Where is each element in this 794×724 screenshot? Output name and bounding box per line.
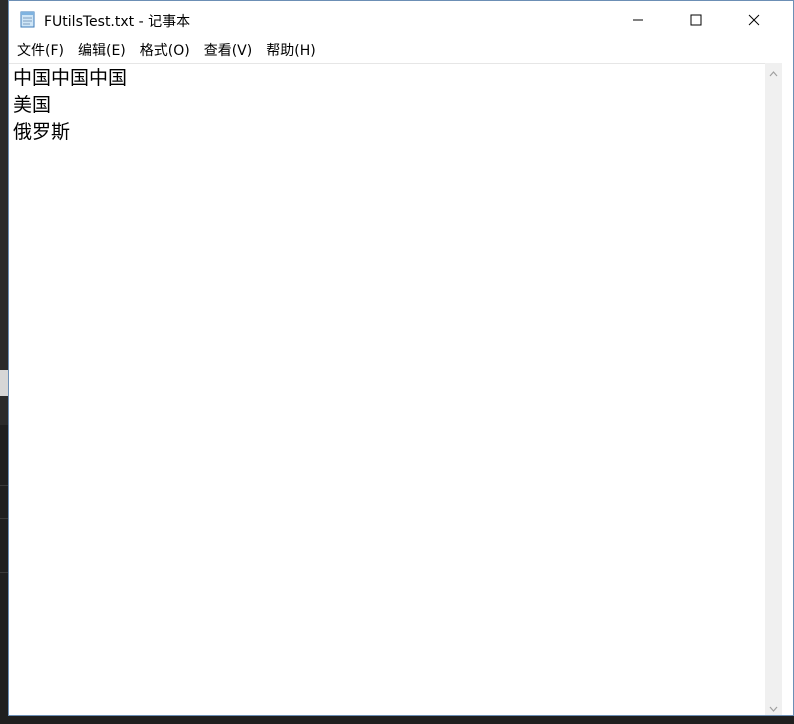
text-line: 中国中国中国 xyxy=(13,67,128,89)
window-edge xyxy=(782,63,793,715)
notepad-window: FUtilsTest.txt - 记事本 文件(F) 编辑(E) 格式(O) 查… xyxy=(8,0,794,716)
minimize-icon xyxy=(632,11,644,30)
maximize-button[interactable] xyxy=(667,1,725,39)
chevron-down-icon xyxy=(769,697,778,715)
text-line: 俄罗斯 xyxy=(13,121,71,143)
menu-format[interactable]: 格式(O) xyxy=(133,40,197,62)
close-icon xyxy=(748,11,760,30)
minimize-button[interactable] xyxy=(609,1,667,39)
chevron-up-icon xyxy=(769,62,778,81)
maximize-icon xyxy=(690,11,702,30)
close-button[interactable] xyxy=(725,1,783,39)
title-bar[interactable]: FUtilsTest.txt - 记事本 xyxy=(9,1,793,39)
scroll-down-button[interactable] xyxy=(765,698,782,715)
text-line: 美国 xyxy=(13,94,52,116)
notepad-icon[interactable] xyxy=(19,10,37,28)
text-editor-area[interactable]: 中国中国中国 美国 俄罗斯 xyxy=(9,63,765,715)
menu-file[interactable]: 文件(F) xyxy=(10,40,71,62)
vertical-scrollbar[interactable] xyxy=(765,63,782,715)
menu-view[interactable]: 查看(V) xyxy=(197,40,260,62)
scroll-track[interactable] xyxy=(765,80,782,698)
window-title: FUtilsTest.txt - 记事本 xyxy=(44,14,191,30)
menu-edit[interactable]: 编辑(E) xyxy=(71,40,133,62)
menu-help[interactable]: 帮助(H) xyxy=(259,40,322,62)
menu-bar: 文件(F) 编辑(E) 格式(O) 查看(V) 帮助(H) xyxy=(9,39,793,63)
scroll-up-button[interactable] xyxy=(765,63,782,80)
